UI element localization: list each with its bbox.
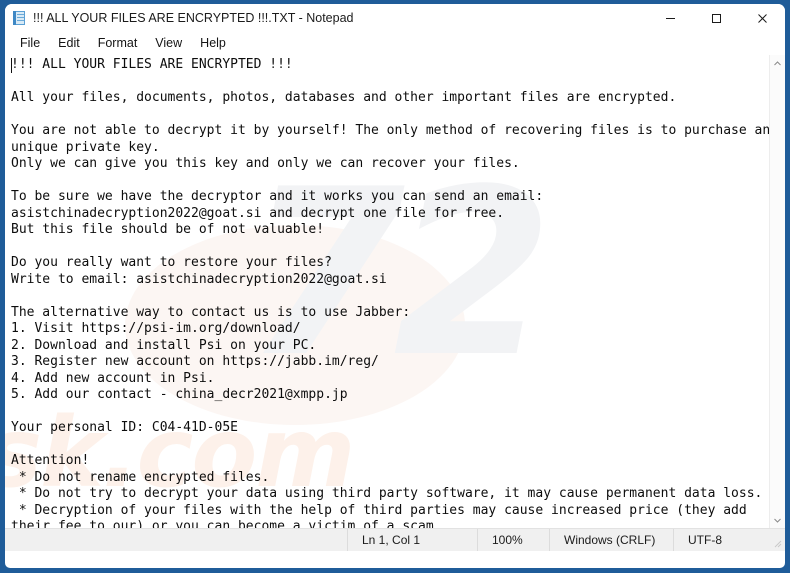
status-line-ending[interactable]: Windows (CRLF) <box>549 529 673 551</box>
text-line <box>11 404 769 421</box>
text-line: 4. Add new account in Psi. <box>11 370 215 386</box>
close-icon <box>757 13 767 23</box>
text-line: The alternative way to contact us is to … <box>11 304 411 320</box>
menu-item-view[interactable]: View <box>146 34 191 53</box>
text-line: * Decryption of your files with the help… <box>11 502 747 518</box>
close-button[interactable] <box>739 4 785 32</box>
window-client-area: !!! ALL YOUR FILES ARE ENCRYPTED !!!.TXT… <box>5 4 785 568</box>
text-line: asistchinadecryption2022@goat.si and dec… <box>11 205 505 221</box>
menu-item-edit[interactable]: Edit <box>49 34 89 53</box>
menu-item-file[interactable]: File <box>11 34 49 53</box>
text-line: Write to email: asistchinadecryption2022… <box>11 271 387 287</box>
maximize-button[interactable] <box>693 4 739 32</box>
caption-buttons <box>647 4 785 32</box>
menu-item-format[interactable]: Format <box>89 34 147 53</box>
minimize-icon <box>665 17 675 19</box>
vertical-scrollbar[interactable] <box>769 55 785 528</box>
title-bar[interactable]: !!! ALL YOUR FILES ARE ENCRYPTED !!!.TXT… <box>5 4 785 32</box>
text-line: 5. Add our contact - china_decr2021@xmpp… <box>11 387 348 402</box>
chevron-up-icon <box>774 60 781 65</box>
menu-item-help[interactable]: Help <box>191 34 235 53</box>
ransom-note-text[interactable]: !!! ALL YOUR FILES ARE ENCRYPTED !!! All… <box>11 55 769 528</box>
text-line: 2. Download and install Psi on your PC. <box>11 337 317 353</box>
text-line <box>11 288 769 305</box>
scrollbar-down-button[interactable] <box>770 512 785 528</box>
text-line: But this file should be of not valuable! <box>11 222 325 237</box>
status-spacer <box>5 529 347 551</box>
text-line <box>11 173 769 190</box>
text-line: unique private key. <box>11 139 160 155</box>
editor-area: 72 sk.com !!! ALL YOUR FILES ARE ENCRYPT… <box>5 55 785 528</box>
resize-grip-icon[interactable] <box>772 538 782 548</box>
text-line: their fee to our) or you can become a vi… <box>11 519 442 528</box>
text-line <box>11 239 769 256</box>
text-line: To be sure we have the decryptor and it … <box>11 189 544 204</box>
window-title: !!! ALL YOUR FILES ARE ENCRYPTED !!!.TXT… <box>33 11 354 25</box>
text-line <box>11 107 769 124</box>
notepad-window: !!! ALL YOUR FILES ARE ENCRYPTED !!!.TXT… <box>0 0 790 573</box>
text-line: 3. Register new account on https://jabb.… <box>11 354 379 369</box>
text-line: Attention! <box>11 453 90 468</box>
text-line <box>11 74 769 91</box>
text-line: 1. Visit https://psi-im.org/download/ <box>11 321 301 336</box>
text-line: All your files, documents, photos, datab… <box>11 90 677 105</box>
text-editor[interactable]: 72 sk.com !!! ALL YOUR FILES ARE ENCRYPT… <box>5 55 769 528</box>
status-zoom-level[interactable]: 100% <box>477 529 549 551</box>
text-line: You are not able to decrypt it by yourse… <box>11 123 769 138</box>
text-line: * Do not rename encrypted files. <box>11 469 270 485</box>
scrollbar-up-button[interactable] <box>770 55 785 71</box>
text-line <box>11 437 769 454</box>
status-cursor-position: Ln 1, Col 1 <box>347 529 477 551</box>
status-encoding[interactable]: UTF-8 <box>673 529 785 551</box>
text-line: Your personal ID: C04-41D-05E <box>11 420 238 435</box>
text-line: Only we can give you this key and only w… <box>11 156 520 171</box>
title-bar-left: !!! ALL YOUR FILES ARE ENCRYPTED !!!.TXT… <box>5 10 647 26</box>
text-line: Do you really want to restore your files… <box>11 255 332 270</box>
minimize-button[interactable] <box>647 4 693 32</box>
chevron-down-icon <box>774 518 781 523</box>
status-bar: Ln 1, Col 1 100% Windows (CRLF) UTF-8 <box>5 528 785 551</box>
text-line: !!! ALL YOUR FILES ARE ENCRYPTED !!! <box>11 57 293 72</box>
text-line: * Do not try to decrypt your data using … <box>11 486 763 501</box>
maximize-icon <box>711 13 721 23</box>
notepad-icon <box>12 10 26 26</box>
menu-bar: File Edit Format View Help <box>5 32 785 55</box>
